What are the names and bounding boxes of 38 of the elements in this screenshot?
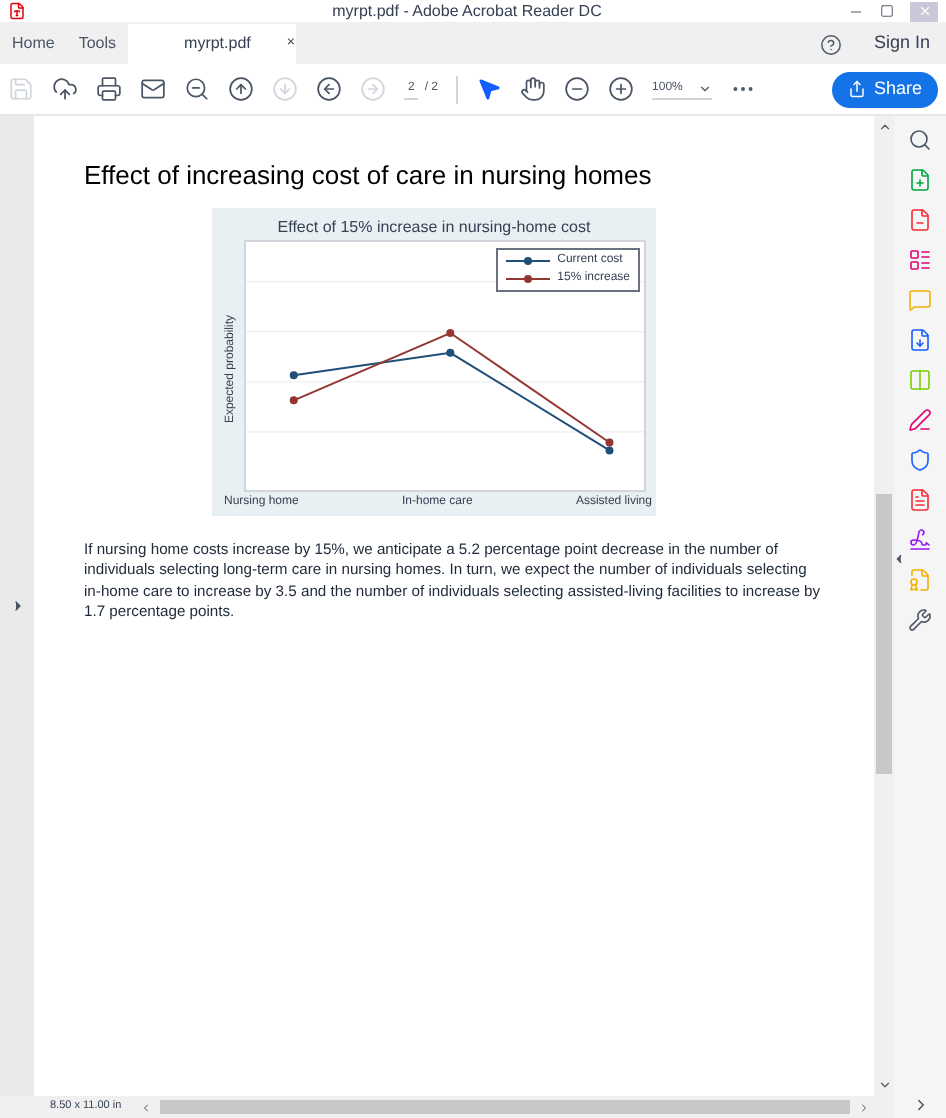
back-icon[interactable] (316, 76, 342, 102)
app-logo-icon (8, 2, 26, 20)
help-icon[interactable] (819, 33, 842, 55)
signature-icon[interactable] (908, 528, 932, 552)
caret-icon (698, 81, 713, 95)
vertical-scrollbar[interactable] (874, 116, 894, 1096)
tab[interactable]: Home (0, 24, 67, 64)
sign-in-link[interactable]: Sign In (873, 30, 930, 58)
tools-icon[interactable] (908, 608, 932, 632)
shield-icon[interactable] (908, 448, 932, 472)
zoom-icon[interactable] (908, 128, 932, 152)
chart-title: Effect of 15% increase in nursing-home cost (275, 215, 593, 239)
file-plus-icon[interactable] (908, 168, 932, 192)
close-icon (917, 4, 931, 18)
scroll-up-icon[interactable] (877, 120, 891, 134)
scrollbar-thumb[interactable] (876, 494, 892, 774)
document-icon[interactable] (908, 488, 932, 512)
share-icon (847, 80, 866, 98)
previous-page-icon[interactable] (228, 76, 254, 102)
mail-icon[interactable] (140, 76, 166, 102)
tab[interactable]: Tools (66, 24, 129, 64)
file-export-icon[interactable] (908, 328, 932, 352)
scroll-down-icon[interactable] (877, 1078, 891, 1092)
share-button[interactable]: Share (831, 71, 938, 107)
zoom-out-icon[interactable] (184, 76, 210, 102)
pointer-icon[interactable] (476, 76, 503, 102)
layout-icon[interactable] (908, 248, 932, 272)
zoom-out-icon[interactable] (564, 76, 591, 102)
zoom-in-icon[interactable] (608, 76, 635, 102)
collapse-icon[interactable] (892, 552, 906, 566)
upload-icon[interactable] (52, 76, 78, 102)
hand-icon[interactable] (520, 76, 547, 102)
print-icon[interactable] (96, 76, 122, 102)
window-title: myrpt.pdf - Adobe Acrobat Reader DC (330, 0, 604, 23)
file-minus-icon[interactable] (908, 208, 932, 232)
section-heading: Effect of increasing cost of care in nursing homes (84, 158, 654, 194)
pen-icon[interactable] (908, 408, 932, 432)
maximize-icon[interactable] (880, 4, 894, 18)
